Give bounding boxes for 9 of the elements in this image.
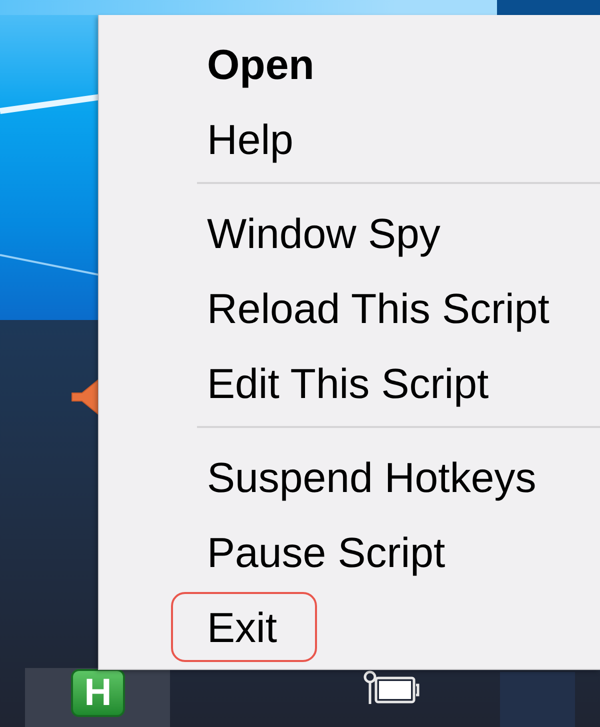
menu-item[interactable]: Pause Script xyxy=(99,515,600,590)
menu-item[interactable]: Reload This Script xyxy=(99,271,600,346)
menu-item[interactable]: Open xyxy=(99,27,600,102)
menu-item[interactable]: Window Spy xyxy=(99,196,600,271)
menu-item[interactable]: Exit xyxy=(99,590,600,665)
plug-battery-icon[interactable] xyxy=(362,670,420,706)
menu-item[interactable]: Edit This Script xyxy=(99,346,600,421)
menu-item[interactable]: Help xyxy=(99,102,600,177)
menu-item[interactable]: Suspend Hotkeys xyxy=(99,440,600,515)
